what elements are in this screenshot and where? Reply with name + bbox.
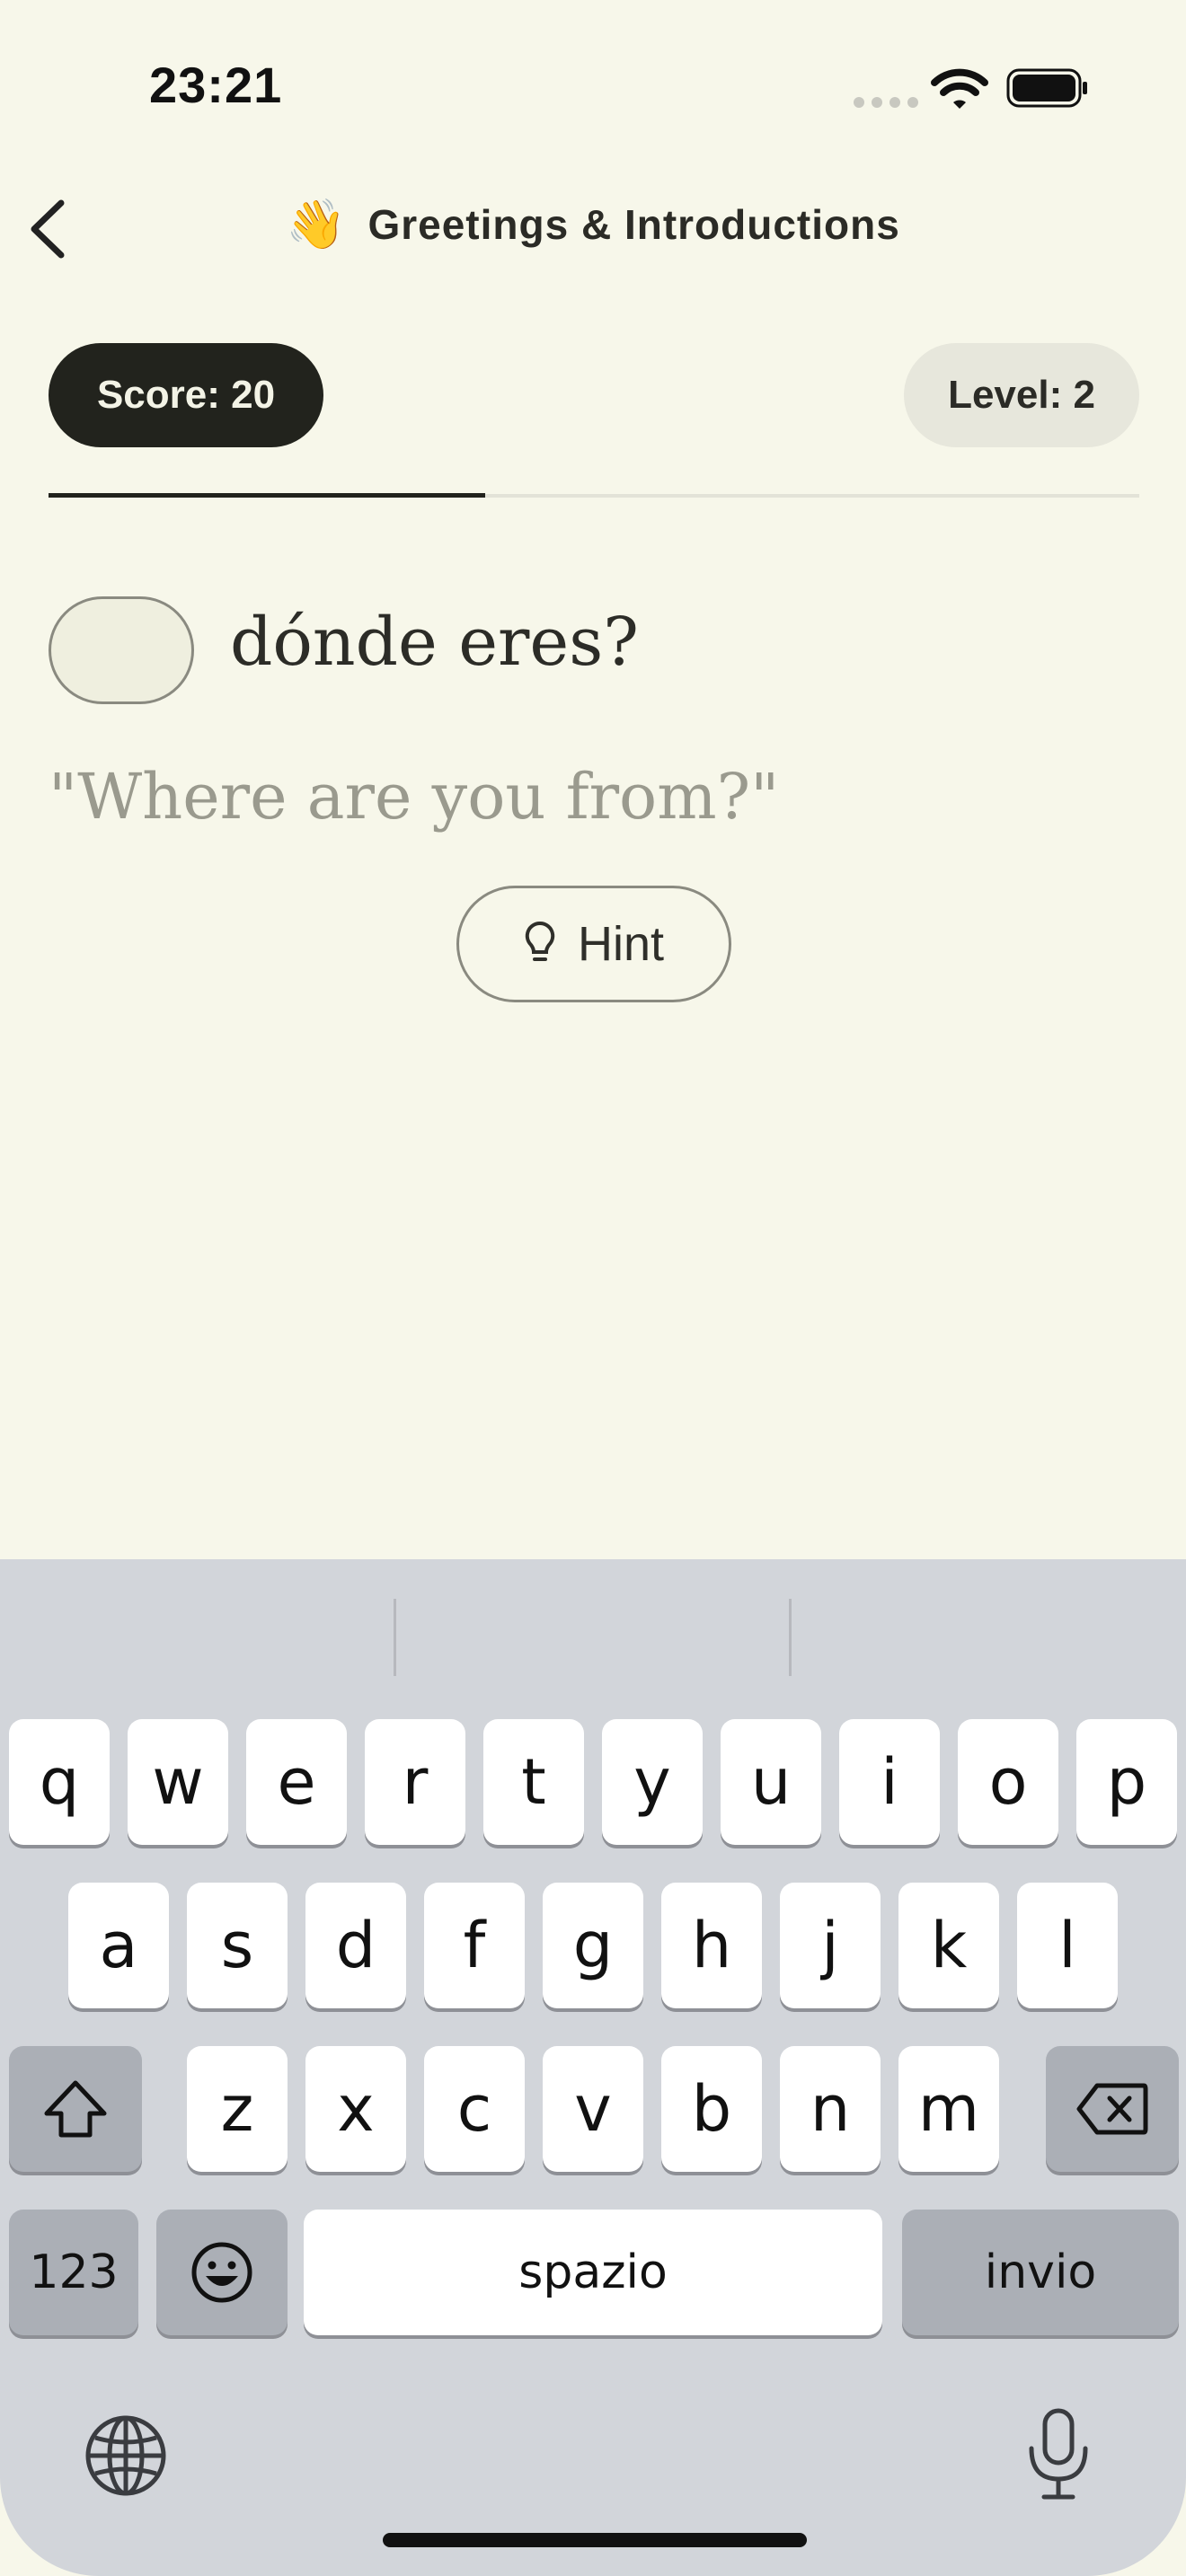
key-t[interactable]: t bbox=[483, 1719, 584, 1845]
key-u[interactable]: u bbox=[721, 1719, 821, 1845]
key-i[interactable]: i bbox=[839, 1719, 940, 1845]
key-b[interactable]: b bbox=[661, 2046, 762, 2172]
cellular-signal-icon bbox=[854, 97, 918, 108]
home-indicator bbox=[383, 2533, 807, 2547]
key-v[interactable]: v bbox=[543, 2046, 643, 2172]
key-d[interactable]: d bbox=[305, 1883, 406, 2008]
key-y[interactable]: y bbox=[602, 1719, 703, 1845]
progress-bar-fill bbox=[49, 493, 485, 498]
level-badge: Level: 2 bbox=[904, 343, 1139, 447]
key-r[interactable]: r bbox=[365, 1719, 465, 1845]
shift-arrow-icon bbox=[44, 2080, 107, 2138]
app-screen: 23:21 👋 Greetings & Introductions Score:… bbox=[0, 0, 1186, 2576]
key-l[interactable]: l bbox=[1017, 1883, 1118, 2008]
waving-hand-icon: 👋 bbox=[286, 198, 347, 251]
key-m[interactable]: m bbox=[898, 2046, 999, 2172]
key-w[interactable]: w bbox=[128, 1719, 228, 1845]
lightbulb-icon bbox=[525, 921, 555, 961]
key-f[interactable]: f bbox=[424, 1883, 525, 2008]
key-g[interactable]: g bbox=[543, 1883, 643, 2008]
backspace-icon bbox=[1076, 2083, 1148, 2135]
suggestion-divider bbox=[394, 1599, 396, 1676]
wifi-icon bbox=[931, 68, 988, 109]
emoji-smiley-icon bbox=[191, 2242, 252, 2303]
battery-icon bbox=[1006, 68, 1087, 108]
status-time: 23:21 bbox=[149, 57, 283, 113]
hint-button-label: Hint bbox=[577, 917, 665, 971]
progress-bar bbox=[49, 493, 1139, 498]
key-x[interactable]: x bbox=[305, 2046, 406, 2172]
key-e[interactable]: e bbox=[246, 1719, 347, 1845]
return-key[interactable]: invio bbox=[902, 2210, 1179, 2335]
key-p[interactable]: p bbox=[1076, 1719, 1177, 1845]
page-title-text: Greetings & Introductions bbox=[367, 201, 900, 248]
microphone-icon[interactable] bbox=[1024, 2407, 1093, 2502]
key-c[interactable]: c bbox=[424, 2046, 525, 2172]
key-q[interactable]: q bbox=[9, 1719, 110, 1845]
numbers-key[interactable]: 123 bbox=[9, 2210, 138, 2335]
key-k[interactable]: k bbox=[898, 1883, 999, 2008]
key-a[interactable]: a bbox=[68, 1883, 169, 2008]
space-key[interactable]: spazio bbox=[304, 2210, 882, 2335]
hint-button[interactable]: Hint bbox=[456, 886, 731, 1002]
backspace-key[interactable] bbox=[1046, 2046, 1179, 2172]
shift-key[interactable] bbox=[9, 2046, 142, 2172]
answer-input[interactable] bbox=[49, 596, 194, 704]
question-text: dónde eres? bbox=[230, 604, 639, 681]
key-n[interactable]: n bbox=[780, 2046, 881, 2172]
key-s[interactable]: s bbox=[187, 1883, 288, 2008]
translation-text: "Where are you from?" bbox=[49, 760, 780, 834]
key-o[interactable]: o bbox=[958, 1719, 1058, 1845]
suggestion-divider bbox=[789, 1599, 792, 1676]
key-j[interactable]: j bbox=[780, 1883, 881, 2008]
page-title: 👋 Greetings & Introductions bbox=[0, 193, 1186, 256]
key-h[interactable]: h bbox=[661, 1883, 762, 2008]
score-badge: Score: 20 bbox=[49, 343, 323, 447]
globe-icon[interactable] bbox=[83, 2413, 169, 2499]
emoji-key[interactable] bbox=[156, 2210, 288, 2335]
key-z[interactable]: z bbox=[187, 2046, 288, 2172]
